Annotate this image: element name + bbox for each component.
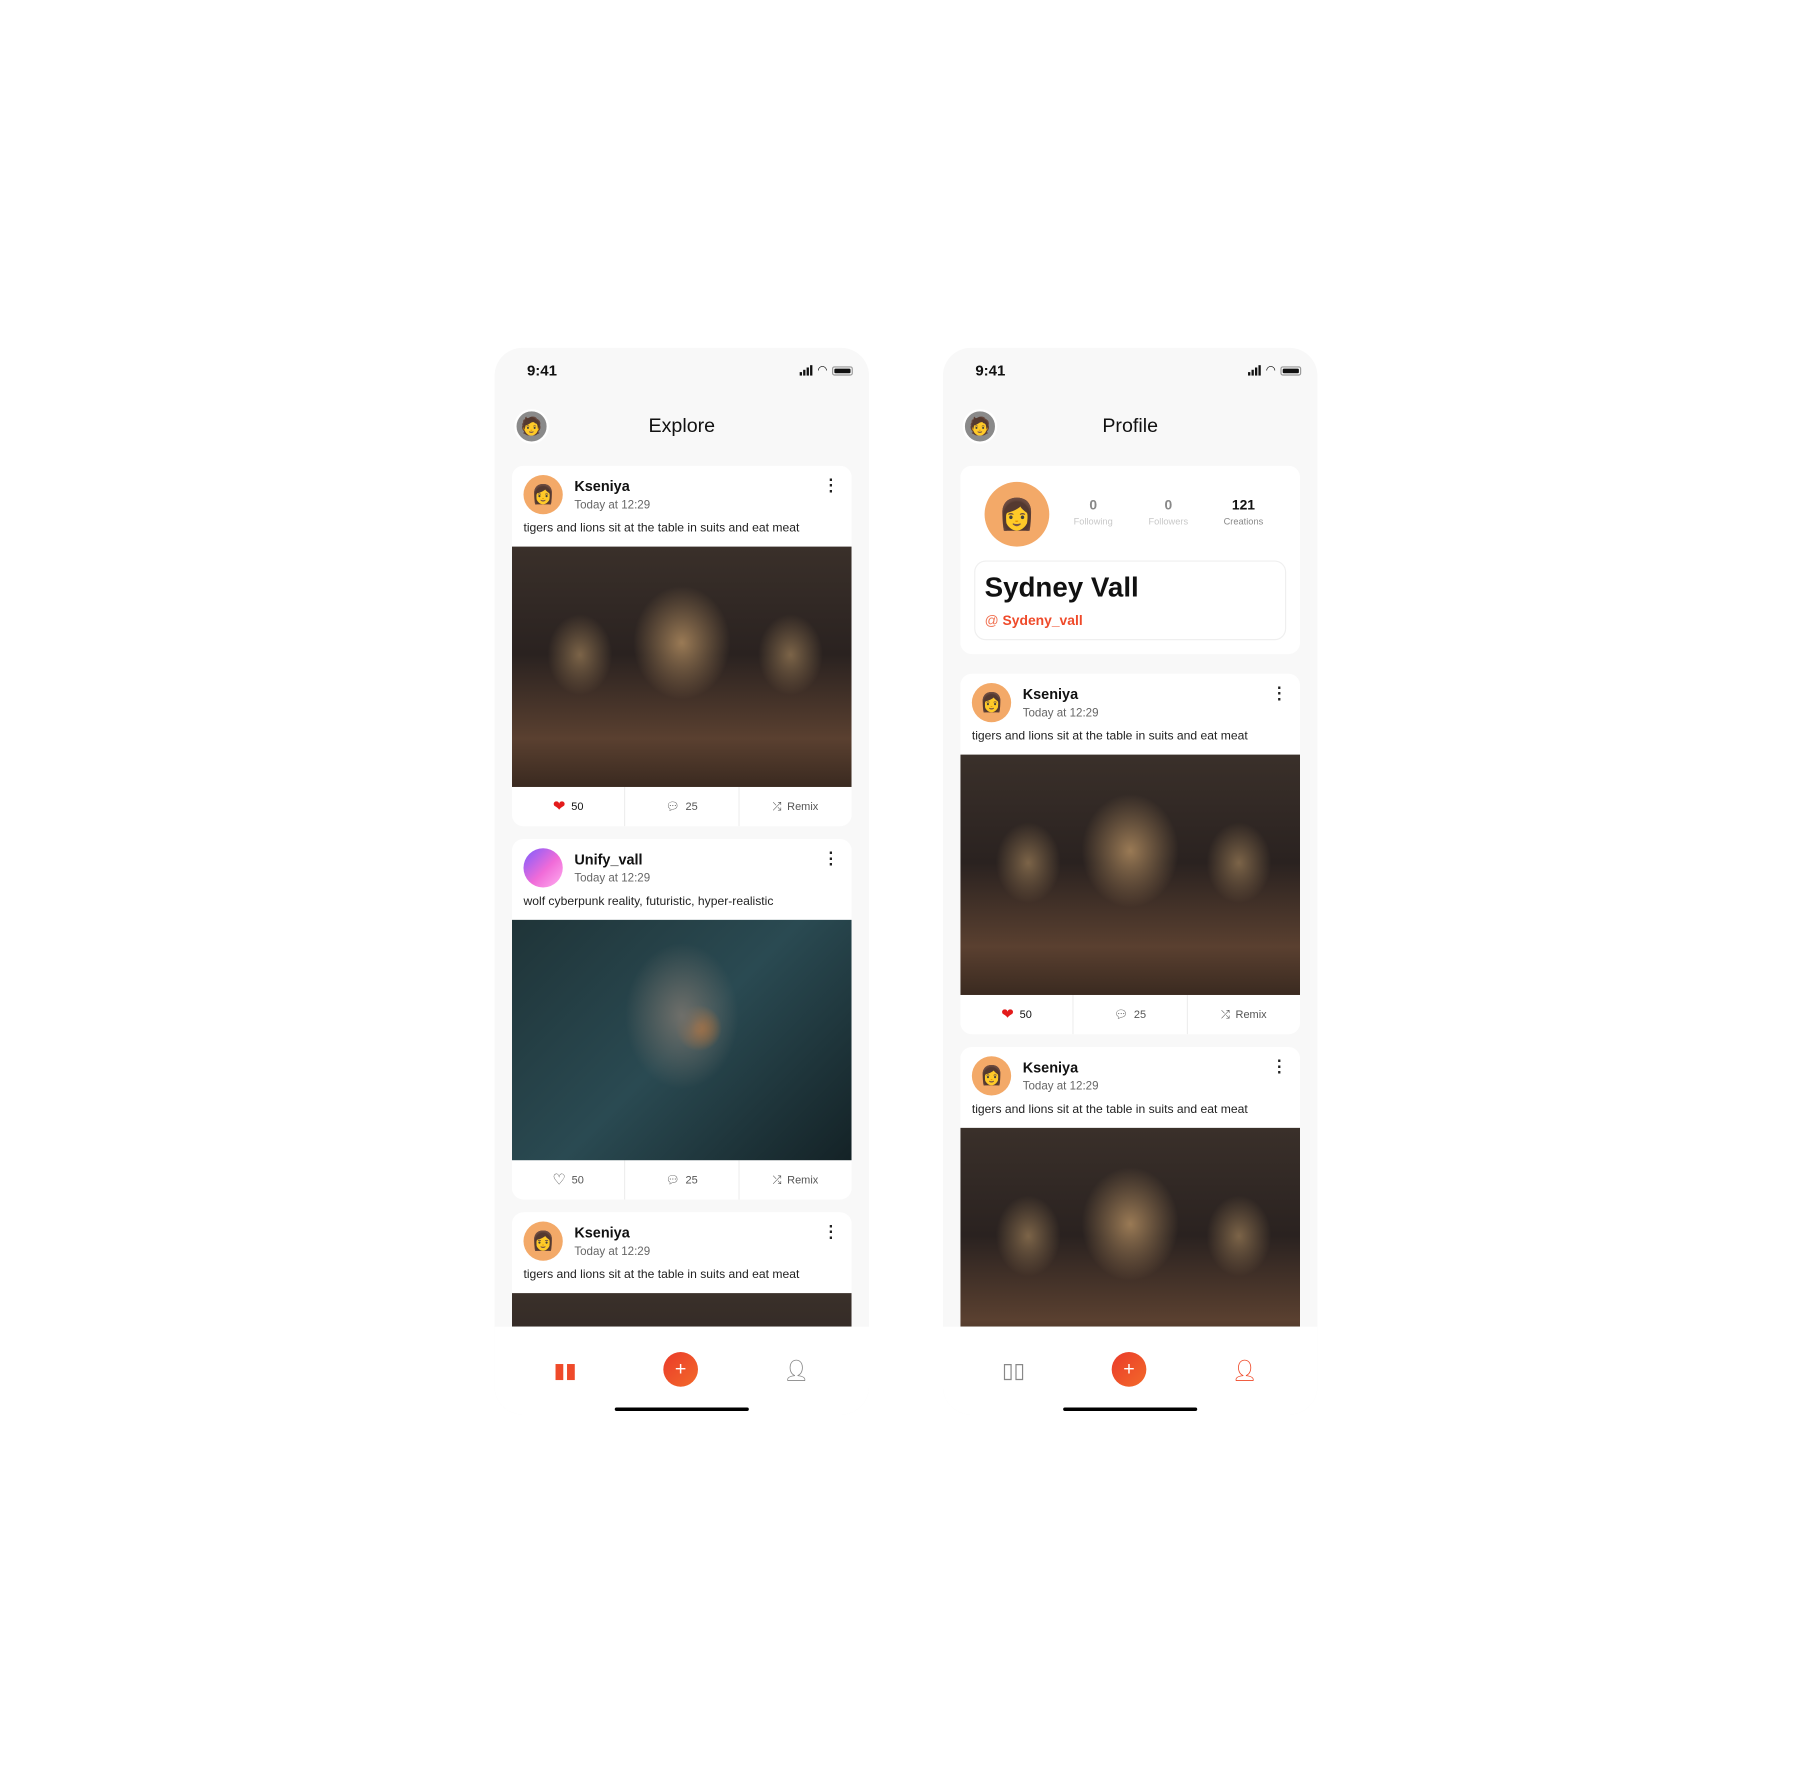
stat-followers[interactable]: 0 Followers xyxy=(1134,497,1203,527)
page-title: Explore xyxy=(648,414,716,437)
post-time: Today at 12:29 xyxy=(574,499,651,512)
explore-screen: 9:41 ◠ 🧑 Explore 👩 Kseniya Today at 12:2… xyxy=(494,347,870,1415)
author-name[interactable]: Kseniya xyxy=(574,478,629,494)
heart-filled-icon: ❤ xyxy=(1001,1005,1014,1023)
home-indicator xyxy=(614,1407,749,1411)
post-card: 👩 Kseniya Today at 12:29 · · · tigers and … xyxy=(511,465,852,827)
status-bar: 9:41 ◠ xyxy=(495,361,869,382)
battery-icon xyxy=(1280,366,1302,376)
like-count: 50 xyxy=(571,1173,584,1187)
more-icon[interactable]: · · · xyxy=(1277,679,1282,707)
comment-icon: 💬︎ xyxy=(1114,1008,1129,1021)
status-time: 9:41 xyxy=(975,361,1006,380)
post-time: Today at 12:29 xyxy=(574,872,651,886)
post-caption: tigers and lions sit at the table in sui… xyxy=(971,1102,1248,1117)
signal-icon xyxy=(1248,365,1262,376)
wifi-icon: ◠ xyxy=(817,364,828,377)
remix-label: Remix xyxy=(787,1173,819,1187)
stat-following[interactable]: 0 Following xyxy=(1059,497,1128,527)
post-caption: tigers and lions sit at the table in sui… xyxy=(523,521,800,536)
home-indicator xyxy=(1063,1407,1198,1411)
create-button[interactable]: + xyxy=(1111,1352,1147,1387)
comment-count: 25 xyxy=(685,800,698,813)
comment-button[interactable]: 💬︎ 25 xyxy=(624,1160,738,1200)
profile-handle: @ Sydeny_vall xyxy=(984,612,1083,629)
signal-icon xyxy=(799,365,813,376)
comment-button[interactable]: 💬︎ 25 xyxy=(624,786,738,827)
plus-icon: + xyxy=(1123,1357,1135,1380)
nav-explore-binoculars-icon[interactable]: ▯▯ xyxy=(1000,1357,1028,1385)
nav-profile-user-icon[interactable]: 👤︎ xyxy=(1231,1357,1259,1385)
stat-creations[interactable]: 121 Creations xyxy=(1209,497,1278,527)
remix-label: Remix xyxy=(1235,1008,1267,1021)
heart-outline-icon: ♡ xyxy=(552,1170,566,1188)
remix-button[interactable]: ⤮ Remix xyxy=(738,786,852,827)
post-time: Today at 12:29 xyxy=(574,1245,651,1259)
post-time: Today at 12:29 xyxy=(1022,1080,1099,1094)
post-card: 👩 Kseniya Today at 12:29 · · · tigers and … xyxy=(960,1046,1301,1327)
shuffle-icon: ⤮ xyxy=(1220,1008,1230,1021)
more-icon[interactable]: · · · xyxy=(1277,1053,1282,1081)
comment-icon: 💬︎ xyxy=(665,1173,680,1187)
profile-feed[interactable]: 👩 0 Following 0 Followers 121 Creations Syd… xyxy=(960,465,1301,1327)
author-avatar[interactable]: 👩 xyxy=(523,1221,563,1261)
bottom-nav: ▯▯ + 👤︎ xyxy=(942,1326,1318,1415)
comment-count: 25 xyxy=(1133,1008,1147,1021)
post-caption: wolf cyberpunk reality, futuristic, hype… xyxy=(523,894,774,909)
author-name[interactable]: Kseniya xyxy=(1023,686,1078,702)
post-time: Today at 12:29 xyxy=(1022,707,1099,720)
shuffle-icon: ⤮ xyxy=(772,800,782,813)
author-avatar[interactable] xyxy=(523,848,563,888)
author-avatar[interactable]: 👩 xyxy=(971,682,1012,723)
page-title: Profile xyxy=(1102,414,1159,437)
battery-icon xyxy=(832,366,853,376)
remix-button[interactable]: ⤮ Remix xyxy=(738,1160,852,1200)
author-name[interactable]: Kseniya xyxy=(1023,1060,1078,1076)
post-image[interactable] xyxy=(511,546,852,787)
more-icon[interactable]: · · · xyxy=(829,845,834,873)
author-avatar[interactable]: 👩 xyxy=(523,474,563,515)
author-avatar[interactable]: 👩 xyxy=(971,1056,1012,1096)
post-card: 👩 Kseniya Today at 12:29 · · · tigers and … xyxy=(960,673,1301,1035)
author-name[interactable]: Kseniya xyxy=(574,1225,629,1241)
more-icon[interactable]: · · · xyxy=(829,1218,834,1246)
nav-explore-binoculars-icon[interactable]: ▮▮ xyxy=(551,1357,579,1385)
shuffle-icon: ⤮ xyxy=(772,1173,782,1187)
comment-count: 25 xyxy=(685,1173,698,1187)
status-bar: 9:41 ◠ xyxy=(943,361,1317,382)
nav-profile-user-icon[interactable]: 👤︎ xyxy=(782,1357,810,1385)
like-button[interactable]: ♡ 50 xyxy=(512,1160,624,1199)
create-button[interactable]: + xyxy=(663,1352,698,1387)
profile-name: Sydney Vall xyxy=(984,572,1139,604)
profile-avatar[interactable]: 👩 xyxy=(984,481,1050,547)
post-image[interactable] xyxy=(511,1293,852,1327)
like-button[interactable]: ❤ 50 xyxy=(960,995,1072,1034)
post-caption: tigers and lions sit at the table in sui… xyxy=(971,729,1248,744)
feed[interactable]: 👩 Kseniya Today at 12:29 · · · tigers and … xyxy=(511,465,852,1327)
more-icon[interactable]: · · · xyxy=(829,471,834,499)
name-box: Sydney Vall @ Sydeny_vall xyxy=(974,560,1287,641)
post-image[interactable] xyxy=(960,754,1301,995)
post-card: 👩 Kseniya Today at 12:29 · · · tigers and … xyxy=(511,1212,852,1327)
comment-icon: 💬︎ xyxy=(665,800,680,813)
like-count: 50 xyxy=(571,800,584,813)
profile-card: 👩 0 Following 0 Followers 121 Creations Syd… xyxy=(960,465,1301,655)
profile-screen: 9:41 ◠ 🧑 Profile 👩 0 Following 0 Followers… xyxy=(942,347,1318,1415)
bottom-nav: ▮▮ + 👤︎ xyxy=(494,1326,870,1415)
post-caption: tigers and lions sit at the table in sui… xyxy=(523,1267,800,1282)
author-name[interactable]: Unify_vall xyxy=(574,852,642,868)
remix-button[interactable]: ⤮ Remix xyxy=(1186,994,1300,1035)
like-count: 50 xyxy=(1019,1008,1032,1021)
status-time: 9:41 xyxy=(526,361,558,380)
post-image[interactable] xyxy=(511,919,852,1161)
plus-icon: + xyxy=(674,1357,687,1380)
post-image[interactable] xyxy=(960,1127,1301,1327)
like-button[interactable]: ❤ 50 xyxy=(512,787,624,826)
remix-label: Remix xyxy=(787,800,819,813)
post-card: Unify_vall Today at 12:29 · · · wolf cyber… xyxy=(511,838,852,1200)
comment-button[interactable]: 💬︎ 25 xyxy=(1072,994,1187,1035)
heart-filled-icon: ❤ xyxy=(552,797,566,815)
wifi-icon: ◠ xyxy=(1265,364,1276,377)
